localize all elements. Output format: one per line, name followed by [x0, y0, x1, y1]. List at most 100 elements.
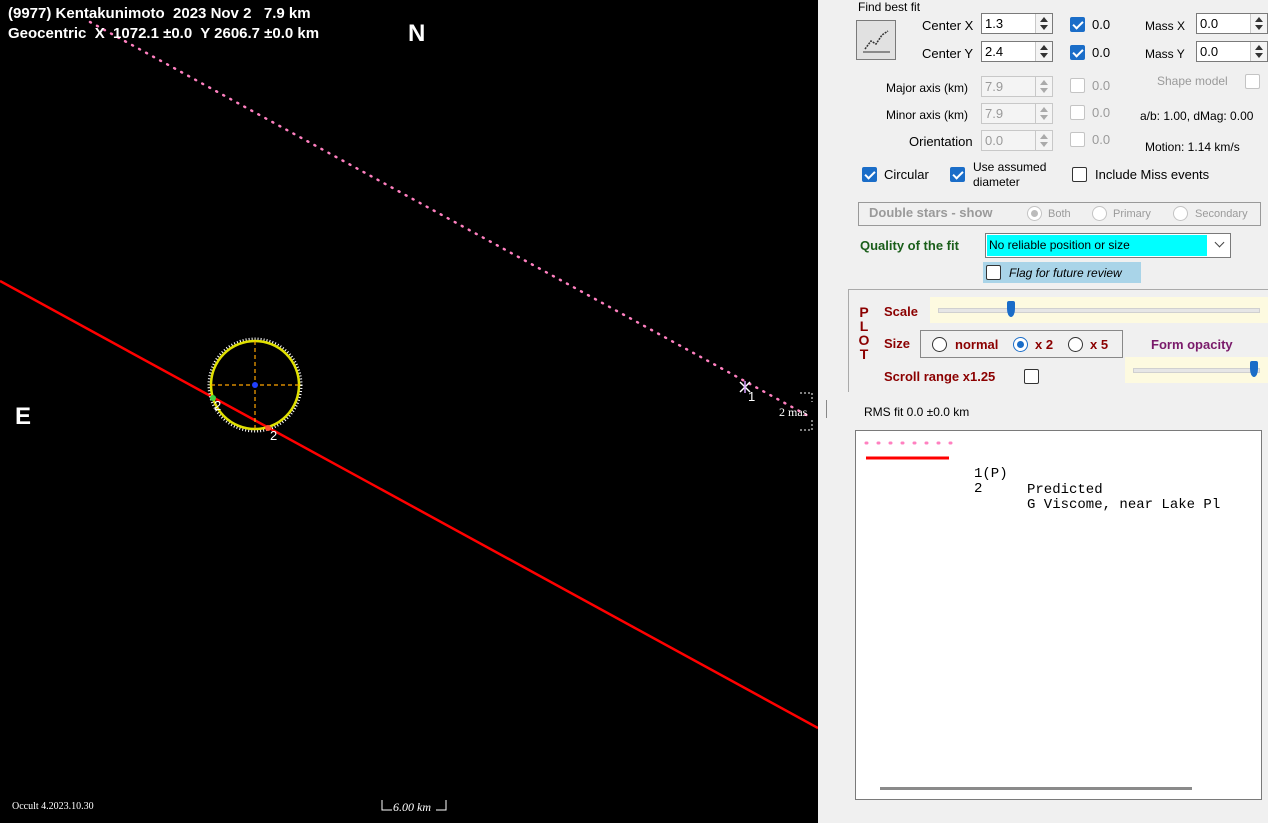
quality-dropdown[interactable]: No reliable position or size: [985, 233, 1231, 258]
find-best-fit-button[interactable]: [856, 20, 896, 60]
chord-label-start: 2: [214, 398, 222, 413]
minor-axis-spinner[interactable]: 7.9: [981, 103, 1053, 124]
orientation-spinner[interactable]: 0.0: [981, 130, 1053, 151]
center-y-spinner[interactable]: 2.4: [981, 41, 1053, 62]
rms-fit-text: RMS fit 0.0 ±0.0 km: [864, 405, 970, 419]
orientation-fit-label: 0.0: [1092, 132, 1111, 147]
form-opacity-label: Form opacity: [1151, 337, 1233, 352]
plot-letter-o: O: [858, 332, 870, 348]
double-stars-label: Double stars - show: [869, 205, 993, 220]
legend-row-observer-2[interactable]: 2 G Viscome, near Lake Pl: [856, 449, 1220, 529]
orientation-label: Orientation: [909, 134, 973, 149]
shape-model-checkbox[interactable]: [1245, 74, 1260, 89]
chevron-down-icon: [1214, 237, 1225, 248]
center-y-value: 2.4: [985, 44, 1004, 59]
scale-slider-thumb[interactable]: [1007, 301, 1016, 317]
double-both-label: Both: [1048, 208, 1071, 220]
scroll-range-checkbox[interactable]: [1024, 369, 1039, 384]
plot-canvas[interactable]: (9977) Kentakunimoto 2023 Nov 2 7.9 km G…: [0, 0, 818, 823]
major-axis-fit-checkbox[interactable]: [1070, 78, 1085, 93]
scale-slider-rail: [938, 308, 1260, 313]
scale-bar-text: 6.00 km: [393, 800, 431, 814]
include-miss-label: Include Miss events: [1095, 167, 1210, 182]
plot-letter-t: T: [859, 346, 869, 362]
plot-title-line1: (9977) Kentakunimoto 2023 Nov 2 7.9 km: [8, 5, 311, 22]
major-axis-fit-label: 0.0: [1092, 78, 1111, 93]
legend-observer-name: G Viscome, near Lake Pl: [1027, 497, 1221, 513]
observer-legend-list[interactable]: 1(P) Predicted 2 G Viscome, near Lake Pl: [855, 430, 1262, 800]
flag-review-checkbox[interactable]: [986, 265, 1001, 280]
circular-checkbox[interactable]: [862, 167, 877, 182]
plot-title-line2: Geocentric X 1072.1 ±0.0 Y 2606.7 ±0.0 k…: [8, 25, 320, 42]
quality-value: No reliable position or size: [989, 238, 1130, 252]
predicted-chord-label: 1: [748, 389, 756, 404]
mass-x-label: Mass X: [1145, 19, 1186, 33]
center-x-value: 1.3: [985, 16, 1004, 31]
size-x2-label: x 2: [1035, 337, 1054, 352]
splitter[interactable]: [826, 400, 827, 418]
minor-axis-value: 7.9: [985, 106, 1004, 121]
double-secondary-label: Secondary: [1195, 208, 1248, 220]
legend-predicted-num: 1(P): [974, 466, 1008, 482]
major-axis-value: 7.9: [985, 79, 1004, 94]
observer-chord-line: [0, 279, 818, 730]
double-both-radio[interactable]: [1027, 206, 1042, 221]
plot-svg: [0, 20, 818, 811]
major-axis-spinner[interactable]: 7.9: [981, 76, 1053, 97]
double-primary-label: Primary: [1113, 208, 1151, 220]
plot-letter-p: P: [859, 304, 869, 320]
double-primary-radio[interactable]: [1092, 206, 1107, 221]
mass-x-spinner[interactable]: 0.0: [1196, 13, 1268, 34]
opacity-slider-rail: [1133, 368, 1260, 373]
scale-label: Scale: [884, 304, 918, 319]
major-axis-arrows[interactable]: [1035, 77, 1052, 96]
major-axis-label: Major axis (km): [886, 81, 969, 95]
center-y-arrows[interactable]: [1035, 42, 1052, 61]
center-y-fit-label: 0.0: [1092, 45, 1111, 60]
mass-y-spinner[interactable]: 0.0: [1196, 41, 1268, 62]
center-x-spinner[interactable]: 1.3: [981, 13, 1053, 34]
mass-y-value: 0.0: [1200, 44, 1219, 59]
center-x-fit-checkbox[interactable]: [1070, 17, 1085, 32]
center-y-label: Center Y: [922, 46, 974, 61]
use-assumed-checkbox[interactable]: [950, 167, 965, 182]
minor-axis-label: Minor axis (km): [886, 108, 969, 122]
ab-dmag-text: a/b: 1.00, dMag: 0.00: [1140, 109, 1254, 123]
plot-letter-l: L: [859, 318, 869, 334]
mass-x-arrows[interactable]: [1250, 14, 1267, 33]
flag-review-label: Flag for future review: [1009, 266, 1122, 280]
opacity-slider-thumb[interactable]: [1249, 361, 1258, 377]
orientation-fit-checkbox[interactable]: [1070, 132, 1085, 147]
size-x5-label: x 5: [1090, 337, 1109, 352]
size-x5-radio[interactable]: [1068, 337, 1083, 352]
predicted-path: [88, 20, 814, 420]
center-x-arrows[interactable]: [1035, 14, 1052, 33]
quality-label: Quality of the fit: [860, 238, 959, 253]
size-normal-label: normal: [955, 337, 999, 352]
center-x-fit-label: 0.0: [1092, 17, 1111, 32]
size-x2-radio[interactable]: [1013, 337, 1028, 352]
use-assumed-line2: diameter: [973, 175, 1020, 189]
north-label: N: [408, 20, 426, 47]
minor-axis-arrows[interactable]: [1035, 104, 1052, 123]
size-normal-radio[interactable]: [932, 337, 947, 352]
size-label: Size: [884, 336, 911, 351]
legend-hscrollbar[interactable]: [880, 787, 1192, 790]
ellipse-center: [252, 382, 258, 388]
opacity-slider[interactable]: [1125, 357, 1268, 383]
minor-axis-fit-label: 0.0: [1092, 105, 1111, 120]
center-y-fit-checkbox[interactable]: [1070, 45, 1085, 60]
double-secondary-radio[interactable]: [1173, 206, 1188, 221]
mass-y-arrows[interactable]: [1250, 42, 1267, 61]
orientation-arrows[interactable]: [1035, 131, 1052, 150]
scroll-range-label: Scroll range x1.25: [884, 369, 996, 384]
legend-solid-line-icon: [866, 456, 949, 460]
scale-slider[interactable]: [930, 297, 1268, 323]
legend-predicted-name: Predicted: [1027, 482, 1103, 498]
use-assumed-line1: Use assumed: [973, 160, 1047, 174]
include-miss-checkbox[interactable]: [1072, 167, 1087, 182]
minor-axis-fit-checkbox[interactable]: [1070, 105, 1085, 120]
use-assumed-label: Use assumed diameter: [973, 160, 1046, 190]
scale-bar-label: 6.00 km: [380, 800, 431, 815]
orientation-value: 0.0: [985, 133, 1004, 148]
